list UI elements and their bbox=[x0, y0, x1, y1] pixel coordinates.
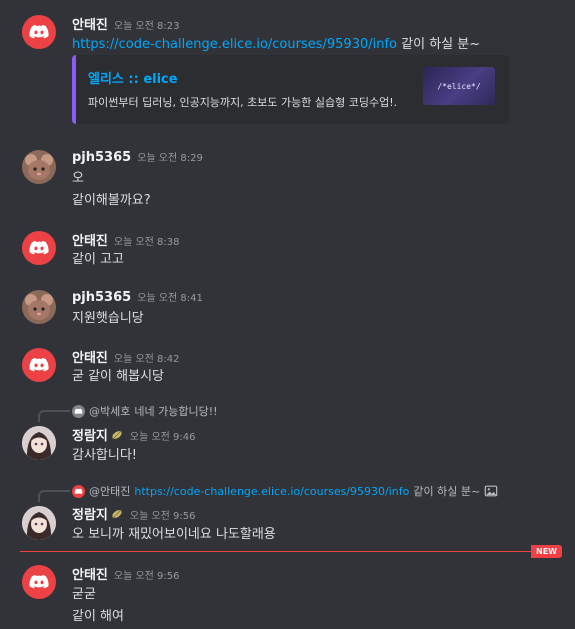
message-text: 같이 고고 bbox=[72, 252, 124, 267]
leaf-badge-icon bbox=[112, 430, 122, 440]
message-text: 감사합니다! bbox=[72, 448, 138, 463]
reply-link[interactable]: https://code-challenge.elice.io/courses/… bbox=[134, 485, 409, 498]
username[interactable]: pjh5365 bbox=[72, 150, 131, 165]
anime-avatar-icon bbox=[22, 506, 56, 540]
message-text-suffix: 같이 하실 분~ bbox=[397, 37, 481, 52]
reply-preview[interactable]: @박세호 네네 가능합니당!! bbox=[72, 403, 218, 419]
message-text: https://code-challenge.elice.io/courses/… bbox=[72, 33, 480, 52]
message-header: pjh5365 오늘 오전 8:41 bbox=[72, 289, 203, 305]
avatar[interactable] bbox=[22, 506, 56, 540]
username[interactable]: 안태진 bbox=[72, 18, 108, 33]
avatar[interactable] bbox=[22, 565, 56, 599]
message-text: 오 보니까 재밌어보이네요 나도할래용 bbox=[72, 527, 276, 542]
new-messages-divider bbox=[20, 551, 560, 552]
timestamp: 오늘 오전 9:56 bbox=[129, 511, 196, 522]
timestamp: 오늘 오전 8:23 bbox=[113, 21, 180, 32]
message-text: 같이 해여 bbox=[72, 609, 124, 624]
avatar[interactable] bbox=[22, 290, 56, 324]
message-header: 안태진 오늘 오전 8:23 bbox=[72, 14, 180, 33]
timestamp: 오늘 오전 8:38 bbox=[113, 237, 180, 248]
message-text: 오 bbox=[72, 171, 84, 186]
avatar[interactable] bbox=[22, 15, 56, 49]
timestamp: 오늘 오전 9:46 bbox=[129, 432, 196, 443]
message-header: 안태진 오늘 오전 8:42 bbox=[72, 347, 180, 366]
discord-logo-icon bbox=[29, 25, 49, 39]
embed-title[interactable]: 엘리스 :: elice bbox=[88, 68, 178, 87]
message-text: 지원햇습니당 bbox=[72, 311, 144, 326]
anime-avatar-icon bbox=[22, 426, 56, 460]
avatar[interactable] bbox=[22, 426, 56, 460]
link-embed: 엘리스 :: elice 파이썬부터 딥러닝, 인공지능까지, 초보도 가능한 … bbox=[72, 55, 509, 124]
message-text: 같이해볼까요? bbox=[72, 193, 151, 208]
message-header: pjh5365 오늘 오전 8:29 bbox=[72, 149, 203, 165]
timestamp: 오늘 오전 8:42 bbox=[113, 354, 180, 365]
course-link[interactable]: https://code-challenge.elice.io/courses/… bbox=[72, 37, 397, 52]
reply-username[interactable]: @안태진 bbox=[89, 483, 130, 499]
reply-spine bbox=[38, 490, 70, 502]
username[interactable]: 안태진 bbox=[72, 568, 108, 583]
message-header: 안태진 오늘 오전 8:38 bbox=[72, 230, 180, 249]
reply-preview[interactable]: @안태진 https://code-challenge.elice.io/cou… bbox=[72, 483, 498, 499]
timestamp: 오늘 오전 8:41 bbox=[137, 293, 203, 304]
avatar[interactable] bbox=[22, 348, 56, 382]
username[interactable]: 안태진 bbox=[72, 351, 108, 366]
new-badge: NEW bbox=[531, 545, 562, 558]
avatar[interactable] bbox=[22, 231, 56, 265]
username[interactable]: 정람지 bbox=[72, 508, 108, 523]
discord-logo-icon bbox=[74, 408, 83, 414]
timestamp: 오늘 오전 9:56 bbox=[113, 571, 180, 582]
reply-spine bbox=[38, 410, 70, 422]
mouse-avatar-icon bbox=[25, 154, 53, 180]
leaf-badge-icon bbox=[112, 509, 122, 519]
reply-avatar bbox=[72, 404, 85, 418]
message-header: 정람지 오늘 오전 9:46 bbox=[72, 425, 196, 444]
reply-text: 같이 하실 분~ bbox=[413, 485, 481, 498]
reply-text: 네네 가능합니당!! bbox=[134, 405, 218, 418]
discord-logo-icon bbox=[29, 575, 49, 589]
message-header: 정람지 오늘 오전 9:56 bbox=[72, 504, 196, 523]
embed-thumbnail[interactable]: /*elice*/ bbox=[423, 67, 495, 105]
discord-logo-icon bbox=[29, 358, 49, 372]
avatar[interactable] bbox=[22, 150, 56, 184]
timestamp: 오늘 오전 8:29 bbox=[137, 153, 203, 164]
embed-description: 파이썬부터 딥러닝, 인공지능까지, 초보도 가능한 실습형 코딩수업!. bbox=[88, 96, 398, 109]
message-text: 굳 같이 해봅시당 bbox=[72, 369, 164, 384]
discord-logo-icon bbox=[29, 241, 49, 255]
discord-logo-icon bbox=[74, 488, 83, 494]
username[interactable]: 정람지 bbox=[72, 429, 108, 444]
message-text: 굳굳 bbox=[72, 587, 96, 602]
mouse-avatar-icon bbox=[25, 294, 53, 320]
reply-username[interactable]: @박세호 bbox=[89, 403, 130, 419]
image-icon bbox=[484, 485, 498, 497]
username[interactable]: pjh5365 bbox=[72, 290, 131, 305]
reply-avatar bbox=[72, 484, 85, 498]
username[interactable]: 안태진 bbox=[72, 234, 108, 249]
message-header: 안태진 오늘 오전 9:56 bbox=[72, 564, 180, 583]
